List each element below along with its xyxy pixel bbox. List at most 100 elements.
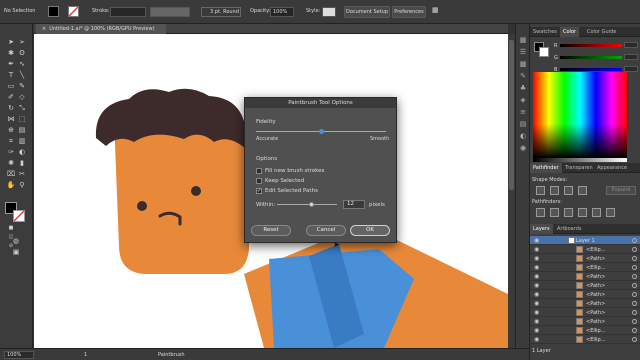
exclude-icon[interactable]	[578, 186, 587, 195]
channel-r-field[interactable]	[624, 42, 638, 48]
layer-target-icon[interactable]	[632, 283, 637, 288]
rotate-tool-icon[interactable]: ↻	[6, 104, 16, 113]
arrange-icon[interactable]: ▦	[432, 6, 439, 14]
stroke-color-icon[interactable]	[13, 210, 25, 222]
crop-icon[interactable]	[578, 208, 587, 217]
visibility-eye-icon[interactable]: ◉	[534, 309, 539, 316]
line-tool-icon[interactable]: ╲	[17, 71, 27, 80]
sublayer-row[interactable]: ◉ <Path>	[530, 254, 640, 263]
minus-front-icon[interactable]	[550, 186, 559, 195]
channel-g-slider[interactable]	[560, 56, 622, 59]
grayscale-ramp[interactable]	[533, 158, 627, 162]
visibility-eye-icon[interactable]: ◉	[534, 282, 539, 289]
graphic-styles-icon[interactable]: ◈	[519, 96, 527, 104]
direct-selection-tool-icon[interactable]: ➢	[17, 38, 27, 47]
expand-button[interactable]: Expand	[606, 186, 636, 195]
artboard-tool-icon[interactable]: ⌧	[6, 170, 16, 179]
close-icon[interactable]: ×	[42, 26, 46, 32]
visibility-eye-icon[interactable]: ◉	[534, 237, 539, 244]
pen-tool-icon[interactable]: ✒	[6, 60, 16, 69]
merge-icon[interactable]	[564, 208, 573, 217]
fill-swatch[interactable]	[48, 6, 59, 17]
paintbrush-tool-icon[interactable]: ✎	[17, 82, 27, 91]
channel-b-slider[interactable]	[560, 68, 622, 71]
document-setup-button[interactable]: Document Setup	[344, 6, 390, 18]
color-mode-icon[interactable]: ■ ◫ ⊘	[6, 224, 16, 249]
gradient-icon[interactable]: ▤	[519, 120, 527, 128]
type-tool-icon[interactable]: T	[6, 71, 16, 80]
tab-transparency[interactable]: Transparen	[562, 163, 596, 173]
lasso-tool-icon[interactable]: ʘ	[17, 49, 27, 58]
color-spectrum[interactable]	[533, 72, 627, 158]
slice-tool-icon[interactable]: ✂	[17, 170, 27, 179]
tab-pathfinder[interactable]: Pathfinder	[530, 163, 562, 173]
shaper-tool-icon[interactable]: ✐	[6, 93, 16, 102]
keep-selected-checkbox[interactable]	[256, 178, 262, 184]
within-slider-track[interactable]	[277, 204, 337, 205]
sublayer-row[interactable]: ◉ <Ellip...	[530, 245, 640, 254]
preferences-button[interactable]: Preferences	[392, 6, 426, 18]
appearance-icon[interactable]: ◉	[519, 144, 527, 152]
layer-target-icon[interactable]	[632, 301, 637, 306]
blend-tool-icon[interactable]: ◐	[17, 148, 27, 157]
unite-icon[interactable]	[536, 186, 545, 195]
style-dropdown[interactable]	[322, 7, 336, 17]
transparency-icon[interactable]: ◐	[519, 132, 527, 140]
sublayer-row[interactable]: ◉ <Path>	[530, 308, 640, 317]
cancel-button[interactable]: Cancel	[306, 225, 346, 236]
visibility-eye-icon[interactable]: ◉	[534, 291, 539, 298]
swatches-icon[interactable]: ▩	[519, 60, 527, 68]
sublayer-row[interactable]: ◉ <Path>	[530, 299, 640, 308]
tab-appearance[interactable]: Appearance	[594, 163, 630, 173]
artboard-number[interactable]: 1	[84, 352, 87, 358]
sublayer-row[interactable]: ◉ <Path>	[530, 290, 640, 299]
eraser-tool-icon[interactable]: ◇	[17, 93, 27, 102]
shape-builder-icon[interactable]: ⊕	[6, 126, 16, 135]
layer-target-icon[interactable]	[632, 265, 637, 270]
channel-r-slider[interactable]	[560, 44, 622, 47]
layer-target-icon[interactable]	[632, 310, 637, 315]
visibility-eye-icon[interactable]: ◉	[534, 255, 539, 262]
curvature-tool-icon[interactable]: ∿	[17, 60, 27, 69]
sublayer-row[interactable]: ◉ <Path>	[530, 281, 640, 290]
layer-row-main[interactable]: ◉ Layer 1	[530, 236, 640, 245]
draw-mode-icon[interactable]: ◍	[11, 237, 21, 246]
zoom-field[interactable]: 100%	[4, 351, 34, 359]
screen-mode-icon[interactable]: ▣	[11, 248, 21, 257]
reset-button[interactable]: Reset	[251, 225, 291, 236]
libraries-icon[interactable]: ☰	[519, 48, 527, 56]
fill-new-strokes-checkbox[interactable]	[256, 168, 262, 174]
stroke-weight-field[interactable]	[110, 7, 146, 17]
zoom-tool-icon[interactable]: ⚲	[17, 181, 27, 190]
selection-tool-icon[interactable]: ➤	[6, 38, 16, 47]
sublayer-row[interactable]: ◉ <Path>	[530, 317, 640, 326]
sublayer-row[interactable]: ◉ <Ellip...	[530, 326, 640, 335]
width-tool-icon[interactable]: ⋈	[6, 115, 16, 124]
layer-target-icon[interactable]	[632, 256, 637, 261]
symbol-sprayer-icon[interactable]: ✺	[6, 159, 16, 168]
visibility-eye-icon[interactable]: ◉	[534, 327, 539, 334]
perspective-grid-icon[interactable]: ▤	[17, 126, 27, 135]
stroke-icon[interactable]: ≡	[519, 108, 527, 116]
visibility-eye-icon[interactable]: ◉	[534, 300, 539, 307]
sublayer-row[interactable]: ◉ <Path>	[530, 272, 640, 281]
layer-target-icon[interactable]	[632, 328, 637, 333]
variable-width-dropdown[interactable]	[150, 7, 190, 17]
fidelity-slider-knob[interactable]	[319, 129, 324, 134]
visibility-eye-icon[interactable]: ◉	[534, 336, 539, 343]
tab-color-guide[interactable]: Color Guide	[584, 27, 619, 37]
scrollbar-thumb[interactable]	[509, 40, 514, 190]
stroke-swatch[interactable]	[68, 6, 79, 17]
layer-target-icon[interactable]	[632, 337, 637, 342]
tab-layers[interactable]: Layers	[530, 224, 553, 234]
symbols-icon[interactable]: ♣	[519, 84, 527, 92]
rectangle-tool-icon[interactable]: ▭	[6, 82, 16, 91]
minus-back-icon[interactable]	[606, 208, 615, 217]
layer-target-icon[interactable]	[632, 274, 637, 279]
magic-wand-icon[interactable]: ✱	[6, 49, 16, 58]
document-tab[interactable]: × Untitled-1.ai* @ 100% (RGB/GPU Preview)	[36, 24, 166, 34]
tab-swatches[interactable]: Swatches	[530, 27, 560, 37]
ok-button[interactable]: OK	[350, 225, 390, 236]
sublayer-row[interactable]: ◉ <Ellip...	[530, 263, 640, 272]
tab-artboards[interactable]: Artboards	[554, 224, 584, 234]
